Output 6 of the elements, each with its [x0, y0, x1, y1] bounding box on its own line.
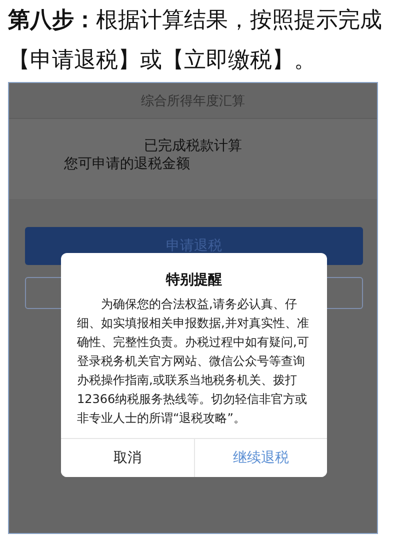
dialog-message: 为确保您的合法权益,请务必认真、仔细、如实填报相关申报数据,并对真实性、准确性、完整性负责。办税过程中如有疑问,可登录税务机关官方网站、微信公众号等查询办税操作指南,或联系当地税务机关、拨打12366纳税服务热线等。切勿轻信非官方或非专业人士的所谓“退税攻略”。 — [76, 296, 310, 427]
status-text: 已完成税款计算 — [144, 137, 242, 155]
step-caption: 第八步：根据计算结果，按照提示完成【申请退税】或【立即缴税】。 — [7, 6, 383, 75]
dialog-title: 特别提醒 — [164, 271, 223, 290]
cancel-button[interactable]: 取消 — [61, 439, 194, 477]
refund-label: 您可申请的退税金额 — [64, 155, 190, 173]
